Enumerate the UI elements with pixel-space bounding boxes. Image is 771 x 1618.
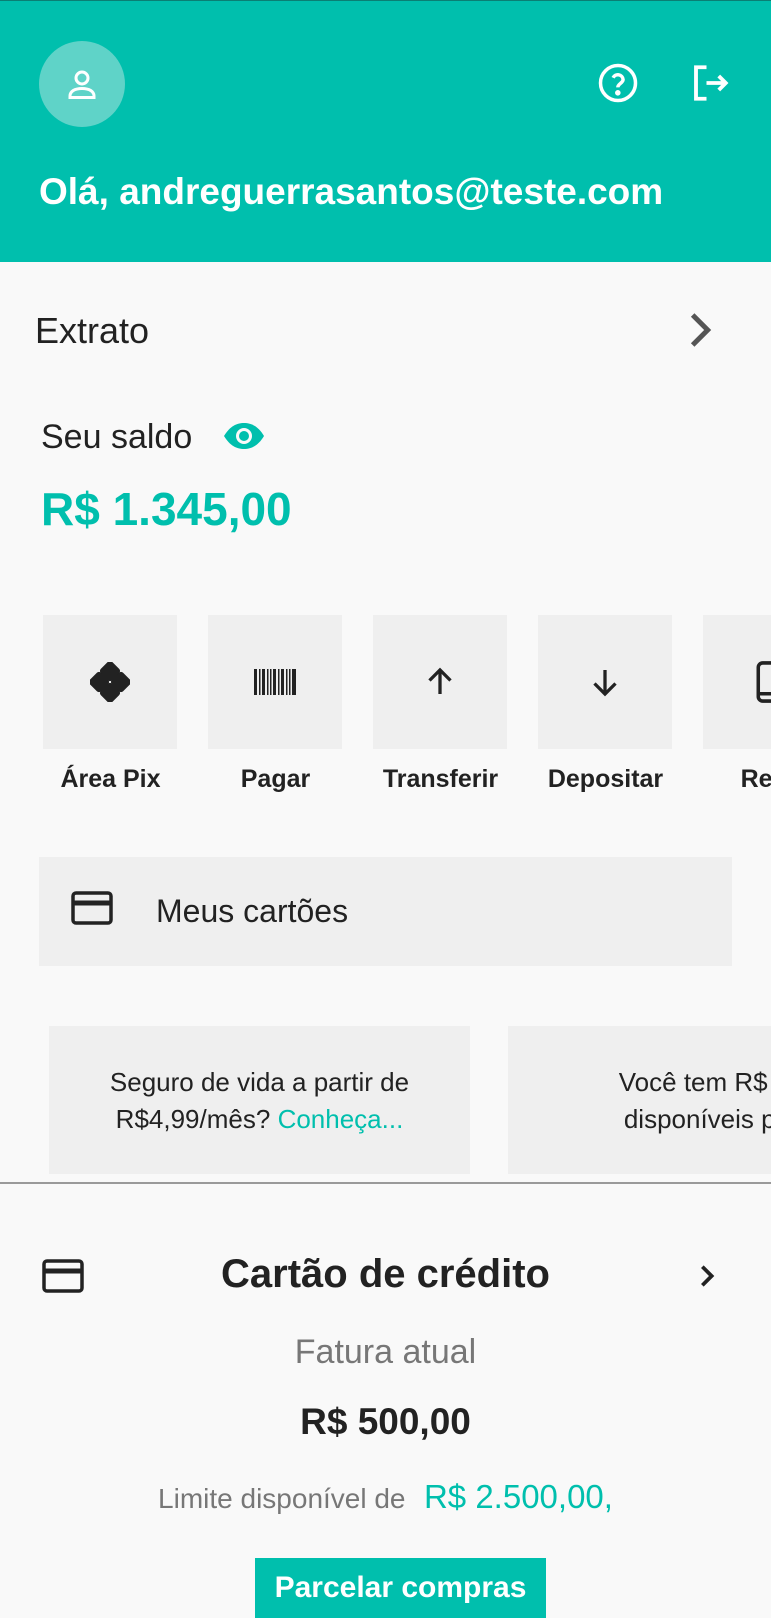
help-circle-icon <box>598 63 638 103</box>
chevron-right-icon <box>686 310 716 355</box>
action-label: Pagar <box>240 765 311 793</box>
action-label: Transferir <box>382 765 499 793</box>
my-cards-button[interactable]: Meus cartões <box>39 857 732 966</box>
section-divider <box>0 1182 771 1184</box>
arrow-up-icon <box>428 667 452 694</box>
action-label: Área Pix <box>60 765 161 793</box>
logout-button[interactable] <box>688 61 732 105</box>
help-button[interactable] <box>596 61 640 105</box>
invoice-label: Fatura atual <box>294 1333 477 1371</box>
extrato-label: Extrato <box>35 310 150 351</box>
barcode-icon <box>254 669 296 695</box>
action-tile[interactable] <box>43 615 177 749</box>
action-tile[interactable] <box>208 615 342 749</box>
credit-card-title[interactable]: Cartão de crédito <box>0 1252 771 1297</box>
action-recarga[interactable]: Reca <box>688 615 771 794</box>
action-pagar[interactable]: Pagar <box>193 615 358 794</box>
action-tile[interactable] <box>538 615 672 749</box>
phone-icon <box>756 661 771 703</box>
promo-carousel: Seguro de vida a partir de R$4,99/mês? C… <box>0 1026 771 1174</box>
action-label: Depositar <box>547 765 664 793</box>
action-label: Reca <box>740 765 771 793</box>
quick-actions: Área Pix Pagar Transferir Depositar Re <box>0 615 771 795</box>
promo-text-line2: R$4,99/mês? <box>115 1104 271 1134</box>
action-tile[interactable] <box>373 615 507 749</box>
promo-text-line2: disponíveis para <box>623 1104 771 1134</box>
invoice-value: R$ 500,00 <box>300 1401 471 1442</box>
promo-text-line1: Seguro de vida a partir de <box>109 1067 410 1097</box>
installments-button[interactable]: Parcelar compras <box>255 1558 546 1618</box>
extrato-row[interactable]: Extrato <box>0 290 771 370</box>
promo-card[interactable]: Você tem R$ 150 disponíveis para <box>508 1026 771 1174</box>
logout-icon <box>694 65 729 101</box>
limit-value: R$ 2.500,00, <box>423 1478 613 1515</box>
avatar[interactable] <box>39 41 125 127</box>
promo-link[interactable]: Conheça... <box>278 1104 404 1134</box>
greeting-text: Olá, andreguerrasantos@teste.com <box>39 171 664 212</box>
action-tile[interactable] <box>703 615 771 749</box>
arrow-down-icon <box>593 670 617 697</box>
action-area-pix[interactable]: Área Pix <box>28 615 193 794</box>
available-limit: Limite disponível de R$ 2.500,00, <box>0 1478 771 1516</box>
limit-label: Limite disponível de <box>158 1483 406 1514</box>
chevron-right-icon[interactable] <box>697 1262 717 1295</box>
action-transferir[interactable]: Transferir <box>358 615 523 794</box>
my-cards-label: Meus cartões <box>156 893 349 929</box>
person-icon <box>68 70 96 99</box>
app-header: Olá, andreguerrasantos@teste.com <box>0 0 771 262</box>
promo-text-line1: Você tem R$ 150 <box>618 1067 771 1097</box>
pix-icon <box>90 662 130 702</box>
balance-label: Seu saldo <box>41 418 193 456</box>
eye-icon[interactable] <box>222 421 266 456</box>
credit-card-icon <box>71 891 113 930</box>
action-depositar[interactable]: Depositar <box>523 615 688 794</box>
promo-card[interactable]: Seguro de vida a partir de R$4,99/mês? C… <box>49 1026 470 1174</box>
balance-value: R$ 1.345,00 <box>41 483 292 535</box>
